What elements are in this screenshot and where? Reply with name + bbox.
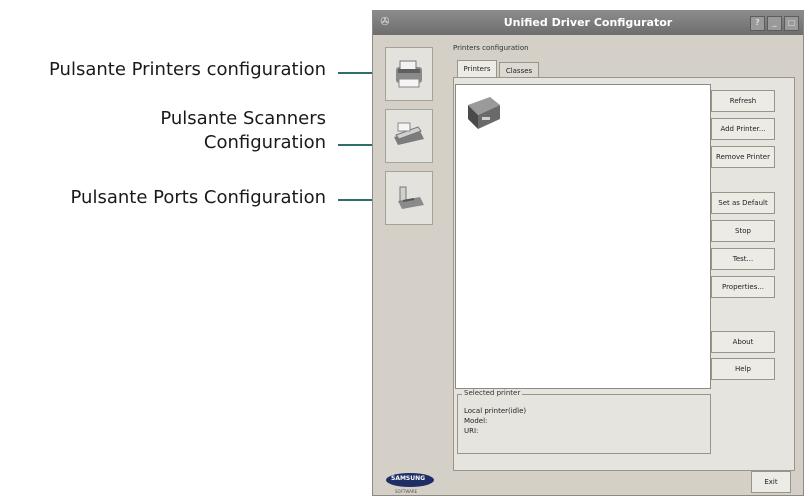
tab-classes-label: Classes <box>505 67 533 75</box>
about-button[interactable]: About <box>711 331 775 353</box>
help-button[interactable]: Help <box>711 358 775 380</box>
printers-config-button[interactable] <box>385 47 433 101</box>
printer-list-item[interactable] <box>464 91 504 133</box>
selected-printer-status: Local printer(idle) <box>464 407 527 415</box>
scanners-config-button[interactable] <box>385 109 433 163</box>
callout-ports-text: Pulsante Ports Configuration <box>70 187 326 208</box>
port-icon <box>398 186 424 209</box>
scanner-icon <box>394 122 424 145</box>
close-icon[interactable]: □ <box>784 16 799 31</box>
printer-list[interactable] <box>455 84 711 389</box>
configurator-window: ✇ Unified Driver Configurator ? _ □ Prin… <box>372 10 804 496</box>
exit-button[interactable]: Exit <box>751 471 791 493</box>
printer-small-icon: ✇ <box>380 15 390 28</box>
samsung-logo-subtext: SOFTWARE <box>395 489 418 494</box>
window-controls: ? _ □ <box>750 16 799 31</box>
tab-printers[interactable]: Printers <box>457 60 497 78</box>
window-title: Unified Driver Configurator <box>503 16 673 29</box>
remove-printer-button[interactable]: Remove Printer <box>711 146 775 168</box>
selected-printer-model: Model: <box>464 417 488 425</box>
help-icon[interactable]: ? <box>750 16 765 31</box>
callout-scanners-text-2: Configuration <box>203 132 326 153</box>
stop-button[interactable]: Stop <box>711 220 775 242</box>
refresh-button[interactable]: Refresh <box>711 90 775 112</box>
selected-printer-uri: URI: <box>464 427 479 435</box>
ports-config-button[interactable] <box>385 171 433 225</box>
title-bar[interactable]: ✇ Unified Driver Configurator ? _ □ <box>373 11 803 35</box>
add-printer-button[interactable]: Add Printer... <box>711 118 775 140</box>
callout-scanners: Pulsante Scanners Configuration <box>0 107 326 155</box>
callout-ports: Pulsante Ports Configuration <box>0 186 326 210</box>
minimize-icon[interactable]: _ <box>767 16 782 31</box>
selected-printer-label: Selected printer <box>462 389 523 397</box>
callout-printers-text: Pulsante Printers configuration <box>49 59 326 80</box>
properties-button[interactable]: Properties... <box>711 276 775 298</box>
printers-config-group-label: Printers configuration <box>451 44 531 52</box>
printer-icon <box>396 60 422 88</box>
callout-printers: Pulsante Printers configuration <box>0 58 326 82</box>
printer-device-icon <box>468 97 500 129</box>
callout-scanners-text-1: Pulsante Scanners <box>160 108 326 129</box>
tab-classes[interactable]: Classes <box>499 62 539 78</box>
test-button[interactable]: Test... <box>711 248 775 270</box>
samsung-logo-text: SAMSUNG <box>391 475 426 482</box>
selected-printer-group: Selected printer Local printer(idle) Mod… <box>457 389 711 454</box>
set-as-default-button[interactable]: Set as Default <box>711 192 775 214</box>
tab-printers-label: Printers <box>463 65 491 73</box>
